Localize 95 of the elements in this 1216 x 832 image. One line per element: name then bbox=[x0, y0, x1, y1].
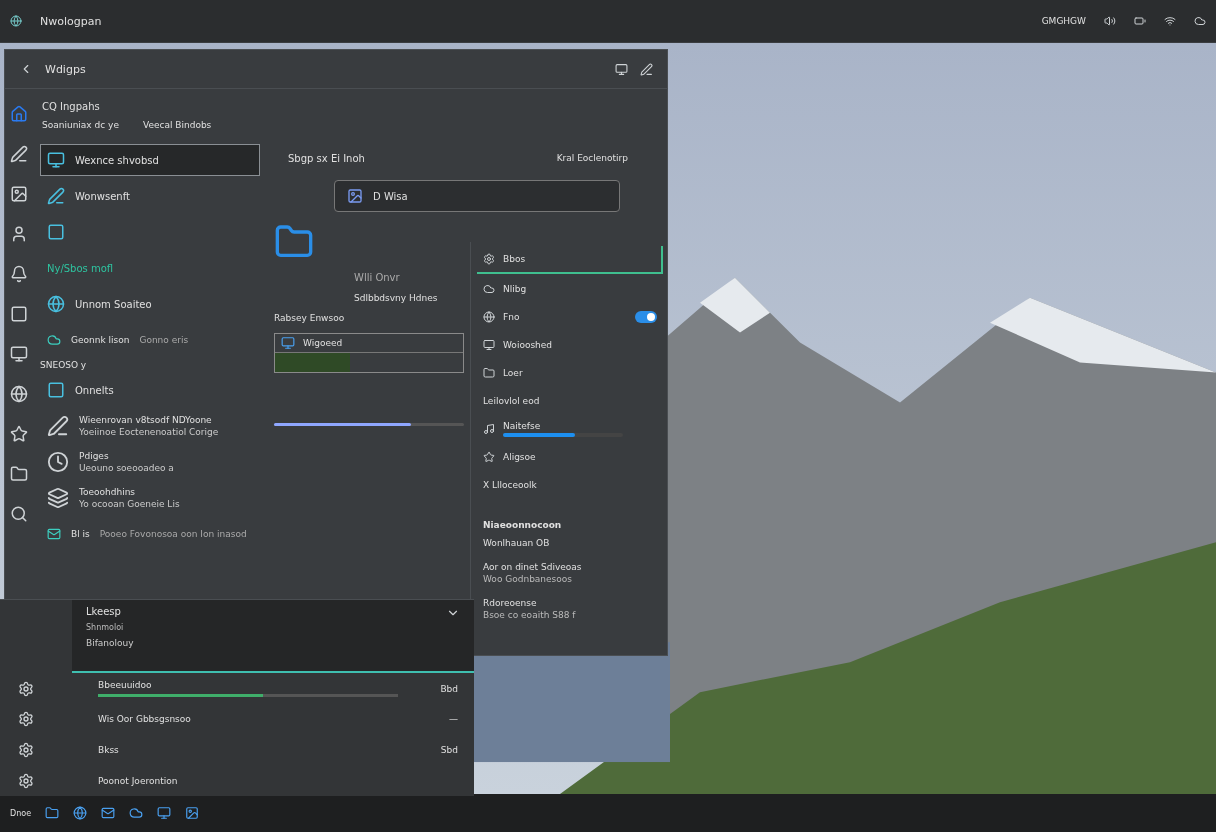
window-layout-icon[interactable] bbox=[615, 62, 628, 76]
menu-item[interactable]: Naitefse bbox=[477, 416, 663, 442]
section-item-title[interactable]: Wonlhauan OB bbox=[483, 538, 657, 548]
setting-label: Bkss bbox=[98, 745, 120, 756]
menu-item[interactable]: X Llloceoolk bbox=[477, 472, 663, 498]
setting-value: Bbd bbox=[440, 683, 458, 694]
sidebar-icon[interactable] bbox=[9, 305, 28, 323]
list-item[interactable]: Wieenrovan v8tsodf NDYoone Yoeiinoe Eoctenenoatiol Corige bbox=[40, 410, 260, 442]
taskbar-app-icon[interactable] bbox=[73, 806, 88, 820]
menu-item[interactable]: Nlibg bbox=[477, 276, 663, 302]
panel-line: Wlli Onvr bbox=[354, 272, 401, 283]
item-icon bbox=[47, 295, 65, 313]
setting-label: Wis Oor Gbbsgsnsoo bbox=[98, 714, 192, 725]
sidebar-icon[interactable] bbox=[9, 425, 28, 443]
app-title: Nwologpan bbox=[40, 14, 102, 28]
menu-item[interactable]: Bbos bbox=[477, 246, 663, 274]
list-item[interactable]: Onnelts bbox=[40, 374, 260, 406]
account-name: CQ Ingpahs bbox=[42, 101, 101, 112]
taskbar-app-icon[interactable] bbox=[129, 806, 144, 820]
item-icon bbox=[47, 223, 65, 241]
sidebar-icon[interactable] bbox=[9, 145, 28, 163]
sidebar-icon[interactable] bbox=[9, 185, 28, 203]
panel-line: Sdlbbdsvny Hdnes bbox=[354, 293, 439, 303]
taskbar-app-icon[interactable] bbox=[185, 806, 200, 820]
window-title: Wdigps bbox=[45, 62, 86, 76]
menu-item[interactable]: Woiooshed bbox=[477, 332, 663, 358]
volume-icon[interactable] bbox=[1104, 15, 1116, 27]
slider-track[interactable] bbox=[274, 423, 464, 426]
item-icon bbox=[47, 527, 61, 541]
panel-action[interactable]: Kral Eoclenotirp bbox=[556, 153, 628, 163]
list-item[interactable]: Toeoohdhins Yo ocooan Goeneie Lis bbox=[40, 482, 260, 514]
item-icon bbox=[47, 333, 61, 347]
item-icon bbox=[483, 423, 495, 435]
menu-item[interactable]: Aligsoe bbox=[477, 444, 663, 470]
sidebar-icon[interactable] bbox=[9, 265, 28, 283]
setting-value: Sbd bbox=[440, 745, 458, 756]
setting-label: Poonot Joerontion bbox=[98, 775, 179, 786]
status-text: GMGHGW bbox=[1041, 16, 1086, 26]
taskbar-app-icon[interactable] bbox=[45, 806, 60, 820]
list-item[interactable]: Pdiges Ueouno soeooadeo a bbox=[40, 446, 260, 478]
item-icon bbox=[47, 451, 69, 473]
list-item[interactable]: Wonwsenft bbox=[40, 180, 260, 212]
setting-label: Bbeeuuidoo bbox=[98, 680, 153, 691]
account-link[interactable]: Veecal Bindobs bbox=[142, 120, 212, 130]
battery-icon[interactable] bbox=[1134, 15, 1146, 27]
preview-card[interactable]: Wigoeed bbox=[274, 333, 464, 373]
list-item[interactable]: Unnom Soaiteo bbox=[40, 288, 260, 320]
sidebar-icon[interactable] bbox=[9, 465, 28, 483]
item-icon bbox=[483, 311, 495, 323]
item-icon bbox=[47, 187, 65, 205]
cloud-icon[interactable] bbox=[1194, 15, 1206, 27]
item-icon bbox=[47, 151, 65, 169]
menu-item[interactable]: Loer bbox=[477, 360, 663, 386]
list-item[interactable]: Geonnk lison Gonno eris bbox=[40, 324, 260, 356]
monitor-icon bbox=[281, 336, 295, 350]
section-heading: SNEOSO y bbox=[40, 360, 88, 370]
item-icon bbox=[483, 339, 495, 351]
item-icon bbox=[483, 253, 495, 265]
item-icon bbox=[47, 487, 69, 509]
item-icon bbox=[47, 381, 65, 399]
setting-icon bbox=[18, 680, 34, 697]
menu-item[interactable]: Fno bbox=[477, 304, 663, 330]
edit-icon[interactable] bbox=[640, 62, 653, 76]
list-item[interactable]: Wexnce shvobsd bbox=[40, 144, 260, 176]
item-icon bbox=[483, 283, 495, 295]
account-detail: Soaniuniax dc ye bbox=[42, 120, 119, 130]
slider-fill[interactable] bbox=[274, 423, 411, 426]
dropdown[interactable]: Lkeesp Shnmoloi Bifanolouy bbox=[72, 600, 474, 674]
setting-value: — bbox=[449, 714, 458, 725]
panel-caption: Rabsey Enwsoo bbox=[274, 313, 346, 323]
panel-title: Sbgp sx Ei Inoh bbox=[288, 152, 365, 164]
item-icon bbox=[47, 415, 69, 437]
setting-icon bbox=[18, 711, 34, 728]
image-icon bbox=[347, 188, 363, 204]
menu-item[interactable]: Leilovlol eod bbox=[477, 388, 663, 414]
setting-icon bbox=[18, 772, 34, 789]
item-icon bbox=[483, 367, 495, 379]
wifi-icon[interactable] bbox=[1164, 15, 1176, 27]
setting-icon bbox=[18, 742, 34, 759]
section-item-title[interactable]: Rdoreoense bbox=[483, 598, 657, 608]
section-heading: Niaeoonnocoon bbox=[482, 520, 563, 530]
search-field[interactable]: D Wisa bbox=[334, 180, 620, 212]
globe-icon[interactable] bbox=[10, 15, 22, 27]
list-item[interactable]: Bl is Pooeo Fovonosoa oon Ion inasod bbox=[40, 518, 260, 550]
taskbar-app-icon[interactable] bbox=[157, 806, 172, 820]
sidebar-icon[interactable] bbox=[9, 505, 28, 523]
taskbar-label: Dnoe bbox=[10, 808, 32, 818]
list-item[interactable]: Ny/Sbos mofl bbox=[40, 252, 260, 284]
item-icon bbox=[483, 451, 495, 463]
section-item-title[interactable]: Aor on dinet Sdiveoas bbox=[483, 562, 657, 572]
sidebar-icon[interactable] bbox=[9, 345, 28, 363]
section-item-detail: Woo Godnbanesoos bbox=[483, 574, 573, 584]
sidebar-icon[interactable] bbox=[9, 385, 28, 403]
section-item-detail: Bsoe co eoaith S88 f bbox=[483, 610, 577, 620]
taskbar-app-icon[interactable] bbox=[101, 806, 116, 820]
